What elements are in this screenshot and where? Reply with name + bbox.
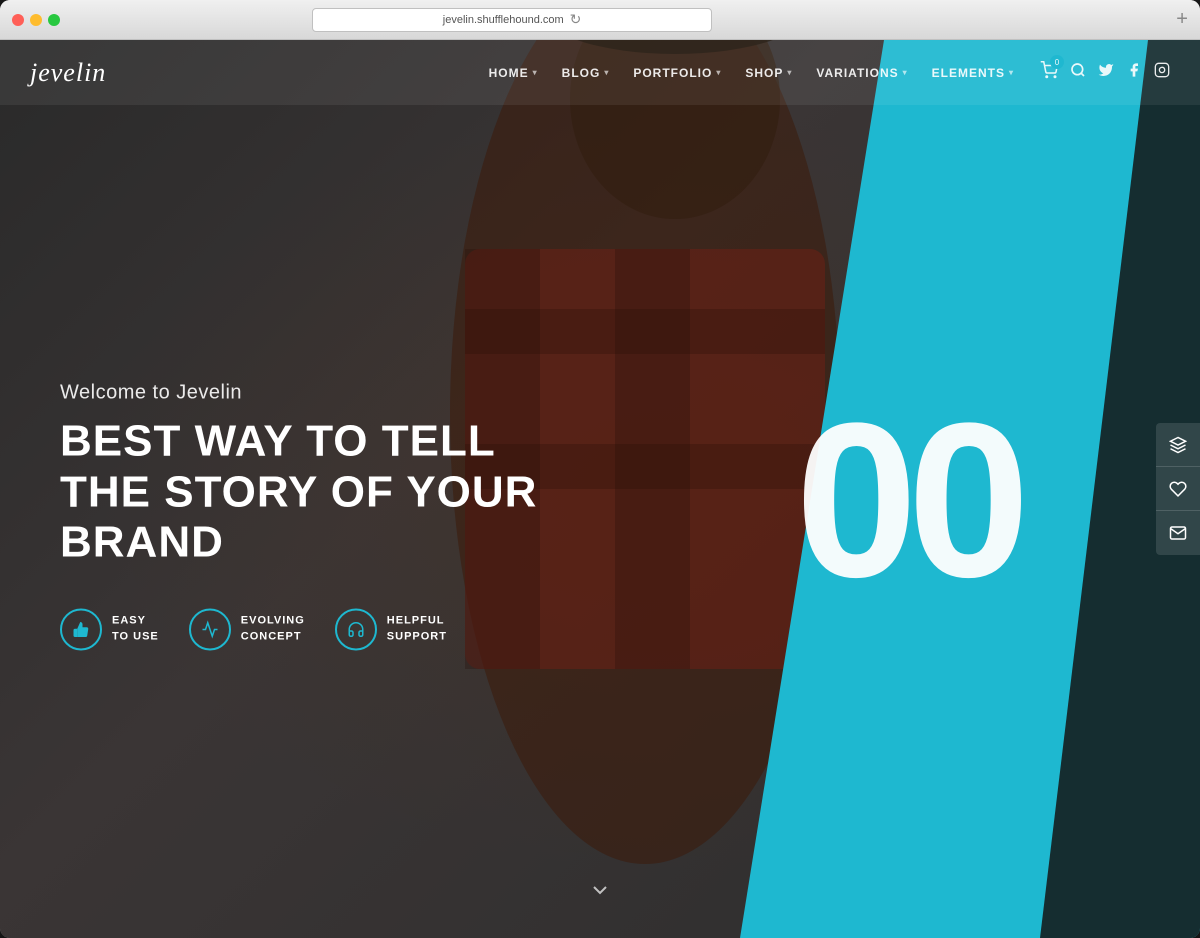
waveform-icon xyxy=(189,608,231,650)
feature-support-label: HELPFULSUPPORT xyxy=(387,614,447,645)
add-tab-button[interactable]: + xyxy=(1176,8,1188,31)
hero-title: BEST WAY TO TELL THE STORY OF YOUR BRAND xyxy=(60,416,540,568)
headphone-icon xyxy=(335,608,377,650)
cart-count-badge: 0 xyxy=(1050,55,1064,69)
chevron-down-icon: ▾ xyxy=(716,68,721,77)
nav-item-portfolio[interactable]: PORTFOLIO ▾ xyxy=(623,58,731,88)
nav-link-home[interactable]: HOME ▾ xyxy=(479,58,548,88)
nav-item-variations[interactable]: VARIATIONS ▾ xyxy=(806,58,917,88)
nav-item-elements[interactable]: ELEMENTS ▾ xyxy=(922,58,1024,88)
nav-item-home[interactable]: HOME ▾ xyxy=(479,58,548,88)
nav-link-blog[interactable]: BLOG ▾ xyxy=(552,58,620,88)
feature-evolving-concept: EVOLVINGCONCEPT xyxy=(189,608,305,650)
feature-easy-to-use: EASYTO USE xyxy=(60,608,159,650)
search-icon[interactable] xyxy=(1070,62,1086,83)
sidebar-mail-icon[interactable] xyxy=(1156,511,1200,555)
nav-social-icons: 0 xyxy=(1040,61,1170,84)
url-text: jevelin.shufflehound.com xyxy=(443,14,564,26)
refresh-button[interactable]: ↻ xyxy=(570,11,582,28)
hero-content-area: Welcome to Jevelin BEST WAY TO TELL THE … xyxy=(60,381,540,650)
browser-window: jevelin.shufflehound.com ↻ + xyxy=(0,0,1200,938)
minimize-dot[interactable] xyxy=(30,14,42,26)
nav-link-variations[interactable]: VARIATIONS ▾ xyxy=(806,58,917,88)
twitter-icon[interactable] xyxy=(1098,62,1114,83)
thumbs-up-icon xyxy=(60,608,102,650)
feature-evolving-label: EVOLVINGCONCEPT xyxy=(241,614,305,645)
facebook-icon[interactable] xyxy=(1126,62,1142,83)
chevron-down-icon: ▾ xyxy=(1009,68,1014,77)
chevron-down-icon: ▾ xyxy=(604,68,609,77)
url-bar[interactable]: jevelin.shufflehound.com ↻ xyxy=(312,8,712,32)
maximize-dot[interactable] xyxy=(48,14,60,26)
close-dot[interactable] xyxy=(12,14,24,26)
hero-features-list: EASYTO USE EVOLVINGCONCEPT xyxy=(60,608,540,650)
hero-section: jevelin HOME ▾ BLOG ▾ xyxy=(0,40,1200,938)
website-content: jevelin HOME ▾ BLOG ▾ xyxy=(0,40,1200,938)
nav-item-shop[interactable]: SHOP ▾ xyxy=(735,58,802,88)
sidebar-layers-icon[interactable] xyxy=(1156,423,1200,467)
feature-helpful-support: HELPFULSUPPORT xyxy=(335,608,447,650)
scroll-down-arrow[interactable] xyxy=(588,878,612,908)
browser-dots xyxy=(12,14,60,26)
hero-subtitle: Welcome to Jevelin xyxy=(60,381,540,404)
big-number-display: 00 xyxy=(795,390,1020,610)
hero-big-numbers: 00 xyxy=(795,390,1020,610)
browser-titlebar: jevelin.shufflehound.com ↻ + xyxy=(0,0,1200,40)
chevron-down-icon: ▾ xyxy=(903,68,908,77)
sidebar-icon-panel xyxy=(1156,423,1200,555)
cart-icon[interactable]: 0 xyxy=(1040,61,1058,84)
nav-link-shop[interactable]: SHOP ▾ xyxy=(735,58,802,88)
instagram-icon[interactable] xyxy=(1154,62,1170,83)
nav-link-portfolio[interactable]: PORTFOLIO ▾ xyxy=(623,58,731,88)
site-logo[interactable]: jevelin xyxy=(30,58,106,88)
navigation-bar: jevelin HOME ▾ BLOG ▾ xyxy=(0,40,1200,105)
nav-link-elements[interactable]: ELEMENTS ▾ xyxy=(922,58,1024,88)
chevron-down-icon: ▾ xyxy=(533,68,538,77)
nav-item-blog[interactable]: BLOG ▾ xyxy=(552,58,620,88)
nav-links-list: HOME ▾ BLOG ▾ PORTFOLIO ▾ xyxy=(479,58,1024,88)
sidebar-heart-icon[interactable] xyxy=(1156,467,1200,511)
feature-easy-label: EASYTO USE xyxy=(112,614,159,645)
chevron-down-icon: ▾ xyxy=(787,68,792,77)
